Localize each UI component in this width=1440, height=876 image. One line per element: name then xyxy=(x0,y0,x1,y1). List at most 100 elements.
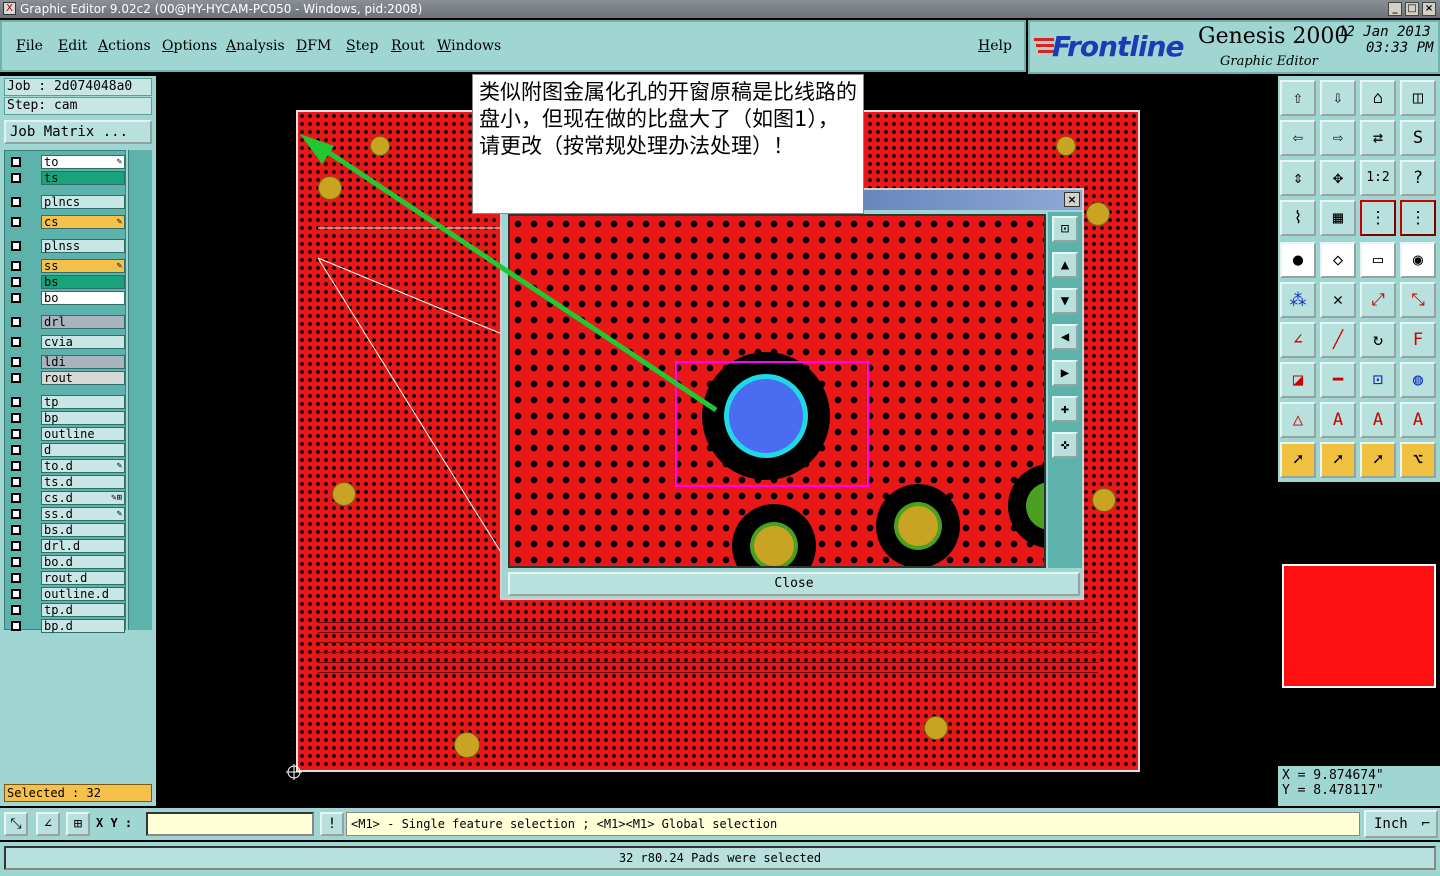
layer-row[interactable]: plnss xyxy=(7,239,125,253)
layer-name[interactable]: outline xyxy=(41,427,125,441)
shapes-icon[interactable]: ◍ xyxy=(1400,362,1436,398)
menu-analysis[interactable]: Analysis xyxy=(226,38,285,54)
layer-checkbox[interactable] xyxy=(11,197,21,207)
layer-row[interactable]: drl xyxy=(7,315,125,329)
layer-checkbox[interactable] xyxy=(11,293,21,303)
alert-icon[interactable]: ! xyxy=(320,812,344,836)
layer-row[interactable]: rout.d xyxy=(7,571,125,585)
grid-snap-icon[interactable]: ⊞ xyxy=(66,812,90,836)
menu-dfm[interactable]: DFM xyxy=(296,38,331,54)
line-icon[interactable]: ╱ xyxy=(1320,322,1356,358)
layer-name[interactable]: ts.d xyxy=(41,475,125,489)
close-window-button[interactable]: × xyxy=(1422,2,1436,16)
add-surface-icon[interactable]: ◇ xyxy=(1320,242,1356,278)
layer-name[interactable]: bs.d xyxy=(41,523,125,537)
layer-name[interactable]: bo xyxy=(41,291,125,305)
layer-row[interactable]: ldi xyxy=(7,355,125,369)
dimension-icon[interactable]: ⊡ xyxy=(1360,362,1396,398)
layer-name[interactable]: drl.d xyxy=(41,539,125,553)
layer-row[interactable]: bs xyxy=(7,275,125,289)
snap-center-icon[interactable]: ⋮ xyxy=(1400,200,1436,236)
menu-file[interactable]: File xyxy=(16,38,43,54)
zoom-fit-icon[interactable]: ⊡ xyxy=(1052,216,1078,242)
layer-row[interactable]: to.d ✎ xyxy=(7,459,125,473)
snap-mode-icon[interactable]: ⤡ xyxy=(4,812,28,836)
copy-feature-icon[interactable]: ⤡ xyxy=(1400,282,1436,318)
select-pad-icon[interactable]: ◉ xyxy=(1400,242,1436,278)
menu-rout[interactable]: Rout xyxy=(391,38,425,54)
layer-checkbox[interactable] xyxy=(11,317,21,327)
fill-icon[interactable]: A xyxy=(1400,402,1436,438)
snap-icon[interactable]: ⋮ xyxy=(1360,200,1396,236)
layer-name[interactable]: tp.d xyxy=(41,603,125,617)
layer-name[interactable]: drl xyxy=(41,315,125,329)
move-left-icon[interactable]: ⇦ xyxy=(1280,120,1316,156)
layer-checkbox[interactable] xyxy=(11,261,21,271)
layer-checkbox[interactable] xyxy=(11,157,21,167)
measure-icon[interactable]: ⌇ xyxy=(1280,200,1316,236)
layer-row[interactable]: bp xyxy=(7,411,125,425)
pointer-box-icon[interactable]: ➚ xyxy=(1320,442,1356,478)
text-tool-icon[interactable]: F xyxy=(1400,322,1436,358)
layer-name[interactable]: to ✎ xyxy=(41,155,125,169)
layer-row[interactable]: drl.d xyxy=(7,539,125,553)
layer-name[interactable]: plncs xyxy=(41,195,125,209)
layer-checkbox[interactable] xyxy=(11,241,21,251)
close-button[interactable]: Close xyxy=(508,572,1080,596)
layer-checkbox[interactable] xyxy=(11,541,21,551)
layer-name[interactable]: tp xyxy=(41,395,125,409)
layer-name[interactable]: cs.d ✎⊞ xyxy=(41,491,125,505)
pointer-net-icon[interactable]: ➚ xyxy=(1360,442,1396,478)
layer-checkbox[interactable] xyxy=(11,557,21,567)
layer-row[interactable]: to ✎ xyxy=(7,155,125,169)
move-feature-icon[interactable]: ⤢ xyxy=(1360,282,1396,318)
layer-row[interactable]: ts.d xyxy=(7,475,125,489)
outline-icon[interactable]: A xyxy=(1360,402,1396,438)
fit-all-icon[interactable]: ✥ xyxy=(1320,160,1356,196)
layer-name[interactable]: bp xyxy=(41,411,125,425)
grid-icon[interactable]: ▦ xyxy=(1320,200,1356,236)
route-icon[interactable]: ⌥ xyxy=(1400,442,1436,478)
layer-row[interactable]: tp xyxy=(7,395,125,409)
layer-checkbox[interactable] xyxy=(11,413,21,423)
layer-checkbox[interactable] xyxy=(11,277,21,287)
layer-checkbox[interactable] xyxy=(11,373,21,383)
layer-name[interactable]: d xyxy=(41,443,125,457)
layer-checkbox[interactable] xyxy=(11,477,21,487)
layer-name[interactable]: cs ✎ xyxy=(41,215,125,229)
layer-checkbox[interactable] xyxy=(11,509,21,519)
home-icon[interactable]: ⌂ xyxy=(1360,80,1396,116)
snake-icon[interactable]: S xyxy=(1400,120,1436,156)
mirror-icon[interactable]: ⇄ xyxy=(1360,120,1396,156)
menu-step[interactable]: Step xyxy=(346,38,378,54)
layer-name[interactable]: rout xyxy=(41,371,125,385)
connect-icon[interactable]: ⁂ xyxy=(1280,282,1316,318)
layer-row[interactable]: plncs xyxy=(7,195,125,209)
layer-row[interactable]: bs.d xyxy=(7,523,125,537)
layer-name[interactable]: outline.d xyxy=(41,587,125,601)
layer-name[interactable]: ss.d ✎ xyxy=(41,507,125,521)
split-view-icon[interactable]: ◫ xyxy=(1400,80,1436,116)
unit-select[interactable]: Inch ⌐ xyxy=(1364,810,1438,838)
menu-windows[interactable]: Windows xyxy=(437,38,501,54)
layer-checkbox[interactable] xyxy=(11,337,21,347)
layer-checkbox[interactable] xyxy=(11,217,21,227)
pointer-icon[interactable]: ➚ xyxy=(1280,442,1316,478)
layer-row[interactable]: tp.d xyxy=(7,603,125,617)
layer-checkbox[interactable] xyxy=(11,573,21,583)
job-matrix-button[interactable]: Job Matrix ... xyxy=(4,120,152,144)
layer-row[interactable]: d xyxy=(7,443,125,457)
layer-name[interactable]: bs xyxy=(41,275,125,289)
layer-name[interactable]: cvia xyxy=(41,335,125,349)
layer-checkbox[interactable] xyxy=(11,605,21,615)
arc-icon[interactable]: ↻ xyxy=(1360,322,1396,358)
layer-row[interactable]: rout xyxy=(7,371,125,385)
pan-right-icon[interactable]: ▶ xyxy=(1052,360,1078,386)
layer-name[interactable]: bp.d xyxy=(41,619,125,633)
layer-name[interactable]: plnss xyxy=(41,239,125,253)
help-icon[interactable]: ? xyxy=(1400,160,1436,196)
pan-up-icon[interactable]: ▲ xyxy=(1052,252,1078,278)
menu-options[interactable]: Options xyxy=(162,38,217,54)
layer-row[interactable]: cs.d ✎⊞ xyxy=(7,491,125,505)
layer-checkbox[interactable] xyxy=(11,173,21,183)
